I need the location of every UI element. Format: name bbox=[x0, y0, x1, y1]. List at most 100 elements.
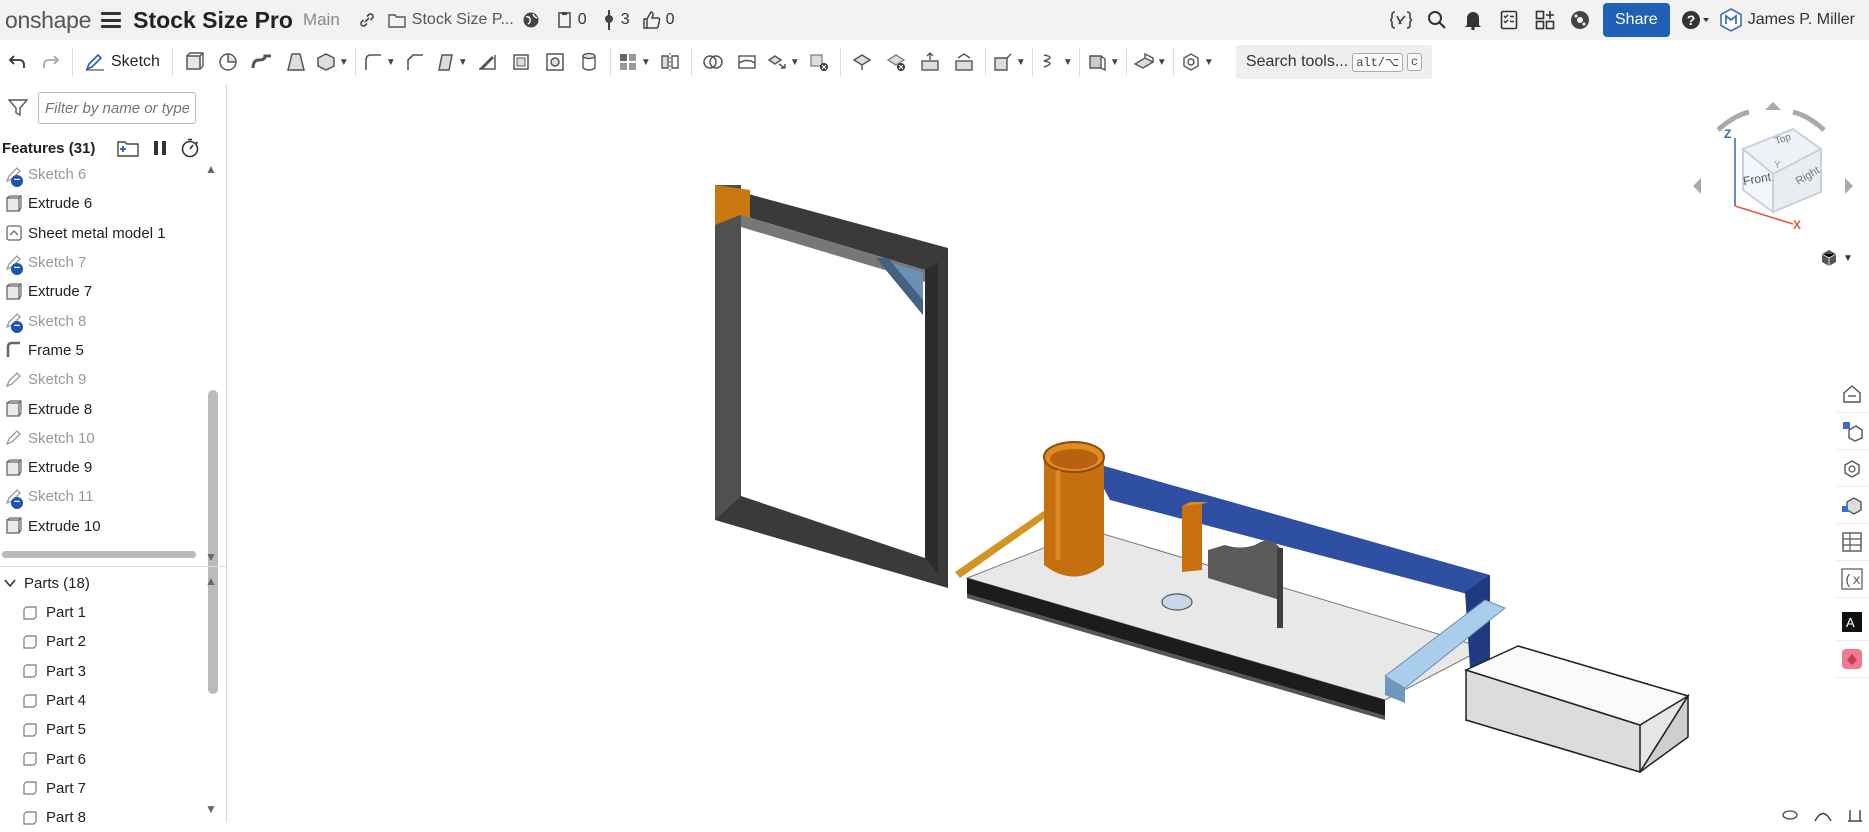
disc-part[interactable] bbox=[1161, 593, 1193, 611]
measure-icon[interactable] bbox=[1781, 808, 1799, 822]
render-studio-icon[interactable] bbox=[1835, 641, 1869, 678]
versions-icon[interactable] bbox=[603, 10, 615, 30]
chevron-down-icon[interactable]: ▼ bbox=[1063, 57, 1075, 68]
replace-face-icon[interactable] bbox=[947, 44, 981, 80]
mirror-icon[interactable] bbox=[653, 44, 687, 80]
sketch-text-icon[interactable]: A bbox=[1835, 604, 1869, 641]
menu-icon[interactable] bbox=[101, 12, 122, 28]
globe-icon[interactable] bbox=[522, 11, 540, 29]
chevron-down-icon[interactable]: ▼ bbox=[1157, 57, 1169, 68]
plane-icon[interactable] bbox=[990, 44, 1016, 80]
feature-item[interactable]: − Sketch 6 bbox=[0, 160, 200, 189]
part-item[interactable]: Part 7 bbox=[22, 774, 86, 803]
feature-item[interactable]: Sketch 10 bbox=[0, 424, 200, 453]
chevron-down-icon[interactable]: ▼ bbox=[641, 57, 653, 68]
boolean-icon[interactable] bbox=[696, 44, 730, 80]
view-mode-button[interactable]: ▼ bbox=[1819, 248, 1853, 268]
feature-item[interactable]: Extrude 10 bbox=[0, 512, 200, 541]
scroll-down-icon[interactable]: ▼ bbox=[205, 550, 217, 564]
share-button[interactable]: Share bbox=[1603, 3, 1670, 37]
draft-icon[interactable] bbox=[432, 44, 458, 80]
chevron-down-icon[interactable]: ▼ bbox=[790, 57, 802, 68]
bom-table-icon[interactable] bbox=[1835, 524, 1869, 561]
cylinder-icon[interactable] bbox=[572, 44, 606, 80]
feature-item[interactable]: Sheet metal model 1 bbox=[0, 219, 200, 248]
chevron-down-icon[interactable] bbox=[4, 578, 16, 588]
filter-icon[interactable] bbox=[8, 99, 28, 117]
help-icon[interactable]: ? bbox=[1678, 10, 1714, 30]
thicken-icon[interactable] bbox=[313, 44, 339, 80]
filter-input[interactable] bbox=[38, 92, 196, 124]
appearance-panel-icon[interactable] bbox=[1835, 376, 1869, 413]
variables-icon[interactable] bbox=[1383, 10, 1419, 30]
parts-scrollbar[interactable] bbox=[208, 594, 218, 694]
sheet-metal-icon[interactable] bbox=[1131, 44, 1157, 80]
delete-part-icon[interactable] bbox=[802, 44, 836, 80]
part-item[interactable]: Part 2 bbox=[22, 627, 86, 656]
part-item[interactable]: Part 5 bbox=[22, 715, 86, 744]
chevron-down-icon[interactable]: ▼ bbox=[458, 57, 470, 68]
mass-properties-icon[interactable] bbox=[1835, 487, 1869, 524]
feature-item[interactable]: − Sketch 7 bbox=[0, 248, 200, 277]
orange-cylinder-part[interactable] bbox=[1043, 441, 1105, 577]
part-item[interactable]: Part 3 bbox=[22, 657, 86, 686]
feature-item[interactable]: Frame 5 bbox=[0, 336, 200, 365]
document-title[interactable]: Stock Size Pro bbox=[133, 7, 293, 34]
user-name[interactable]: James P. Miller bbox=[1748, 11, 1855, 29]
undo-icon[interactable] bbox=[0, 44, 34, 80]
chevron-down-icon[interactable]: ▼ bbox=[386, 57, 398, 68]
part-item[interactable]: Part 4 bbox=[22, 686, 86, 715]
search-icon[interactable] bbox=[1419, 10, 1455, 30]
chevron-down-icon[interactable]: ▼ bbox=[1016, 57, 1028, 68]
chevron-down-icon[interactable]: ▼ bbox=[1843, 253, 1853, 264]
link-icon[interactable] bbox=[358, 11, 376, 29]
display-settings-icon[interactable] bbox=[1847, 808, 1863, 822]
redo-icon[interactable] bbox=[34, 44, 68, 80]
shell-icon[interactable] bbox=[504, 44, 538, 80]
horizontal-scrollbar[interactable] bbox=[2, 551, 196, 558]
revolve-icon[interactable] bbox=[211, 44, 245, 80]
notifications-bell-icon[interactable] bbox=[1455, 10, 1491, 30]
onshape-logo[interactable]: onshape bbox=[5, 7, 91, 34]
surface-icon[interactable] bbox=[1084, 44, 1110, 80]
like-icon[interactable] bbox=[642, 10, 662, 30]
part-item[interactable]: Part 1 bbox=[22, 598, 86, 627]
scroll-up-icon[interactable]: ▲ bbox=[205, 162, 217, 176]
tray-part[interactable] bbox=[1463, 645, 1690, 774]
view-cube[interactable]: Z X Y Top Front Right bbox=[1683, 94, 1863, 276]
chamfer-icon[interactable] bbox=[398, 44, 432, 80]
scroll-up-icon[interactable]: ▲ bbox=[205, 574, 217, 588]
3d-model[interactable] bbox=[227, 84, 1869, 822]
graphics-viewport[interactable]: Z X Y Top Front Right ▼ (x) A bbox=[227, 84, 1869, 822]
workspace-icon[interactable] bbox=[556, 11, 574, 29]
move-face-icon[interactable] bbox=[913, 44, 947, 80]
split-icon[interactable] bbox=[730, 44, 764, 80]
search-tools-button[interactable]: Search tools... alt/⌥ c bbox=[1235, 45, 1433, 79]
extrude-icon[interactable] bbox=[177, 44, 211, 80]
tasks-checklist-icon[interactable] bbox=[1491, 10, 1527, 30]
feature-gear-icon[interactable] bbox=[1178, 44, 1204, 80]
feature-item[interactable]: − Sketch 11 bbox=[0, 482, 200, 511]
pause-icon[interactable] bbox=[153, 140, 167, 156]
company-avatar-icon[interactable] bbox=[1719, 8, 1742, 32]
fillet-icon[interactable] bbox=[360, 44, 386, 80]
frame-part[interactable] bbox=[715, 185, 948, 588]
feature-item[interactable]: Extrude 9 bbox=[0, 453, 200, 482]
folder-breadcrumb[interactable]: Stock Size P... bbox=[412, 11, 514, 29]
part-item[interactable]: Part 8 bbox=[22, 803, 86, 832]
timer-icon[interactable] bbox=[181, 138, 199, 158]
chevron-down-icon[interactable]: ▼ bbox=[1110, 57, 1122, 68]
feature-item[interactable]: Extrude 7 bbox=[0, 277, 200, 306]
sketch-button[interactable]: Sketch bbox=[77, 53, 168, 71]
variables-panel-icon[interactable]: (x) bbox=[1835, 561, 1869, 598]
feature-item[interactable]: Extrude 8 bbox=[0, 394, 200, 423]
chevron-down-icon[interactable]: ▼ bbox=[339, 57, 351, 68]
feature-item[interactable]: Extrude 6 bbox=[0, 189, 200, 218]
base-plate-part[interactable] bbox=[955, 462, 1506, 720]
add-folder-icon[interactable] bbox=[117, 139, 140, 157]
delete-face-icon[interactable] bbox=[879, 44, 913, 80]
sweep-icon[interactable] bbox=[245, 44, 279, 80]
part-item[interactable]: Part 6 bbox=[22, 744, 86, 773]
named-views-icon[interactable] bbox=[1835, 413, 1869, 450]
pattern-icon[interactable] bbox=[615, 44, 641, 80]
